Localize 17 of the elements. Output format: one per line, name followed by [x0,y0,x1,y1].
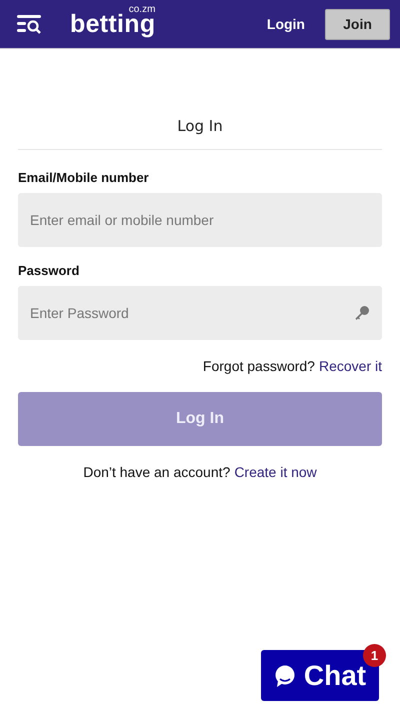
email-field[interactable]: Enter email or mobile number [18,193,382,247]
recover-link[interactable]: Recover it [318,358,382,374]
key-icon[interactable] [354,305,370,321]
logo-suffix: co.zm [128,4,156,14]
forgot-password-text: Forgot password? [202,358,315,374]
no-account-text: Don’t have an account? [83,464,230,480]
chat-bubble-icon [274,664,296,688]
login-link[interactable]: Login [266,16,305,32]
logo[interactable]: betting [70,12,156,36]
menu-search-icon[interactable] [16,14,42,34]
create-account-link[interactable]: Create it now [234,464,317,480]
field-label: Password [18,263,80,278]
password-field[interactable]: Enter Password [18,286,382,340]
join-button[interactable]: Join [325,8,390,40]
notification-badge: 1 [363,644,386,667]
field-label: Email/Mobile number [18,170,149,185]
form-title: Log In [177,117,223,135]
